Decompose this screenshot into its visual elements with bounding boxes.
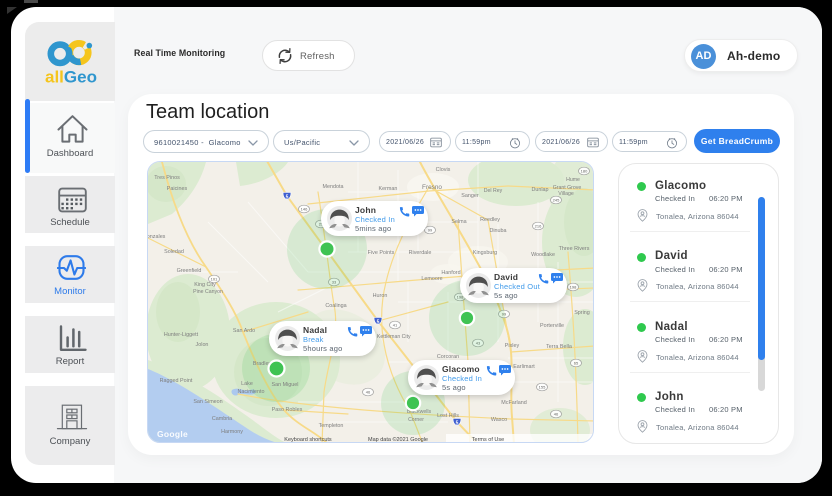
svg-text:Kerman: Kerman: [379, 186, 398, 192]
svg-text:Village: Village: [558, 191, 574, 197]
svg-text:Wasco: Wasco: [491, 417, 507, 423]
svg-text:Hunter-Liggett: Hunter-Liggett: [164, 332, 199, 338]
svg-text:5: 5: [377, 320, 380, 326]
svg-text:Three Rivers: Three Rivers: [559, 246, 590, 252]
svg-text:Clovis: Clovis: [436, 167, 451, 173]
svg-text:Paicines: Paicines: [167, 186, 188, 192]
svg-text:Spring: Spring: [574, 310, 590, 316]
svg-text:Coalinga: Coalinga: [325, 303, 346, 309]
svg-text:Google: Google: [157, 429, 188, 439]
svg-text:Hume: Hume: [566, 177, 580, 183]
svg-text:Reedley: Reedley: [480, 217, 500, 223]
svg-text:146: 146: [301, 207, 308, 212]
svg-text:245: 245: [553, 198, 560, 203]
svg-text:Dinuba: Dinuba: [489, 228, 506, 234]
svg-text:Five Points: Five Points: [368, 250, 395, 256]
svg-text:Paso Robles: Paso Robles: [272, 407, 303, 413]
svg-text:41: 41: [393, 323, 398, 328]
svg-text:Templeton: Templeton: [319, 423, 344, 429]
svg-text:155: 155: [539, 385, 546, 390]
svg-text:Selma: Selma: [451, 219, 466, 225]
svg-text:46: 46: [554, 412, 559, 417]
svg-text:Pixley: Pixley: [505, 343, 520, 349]
svg-text:Gonzales: Gonzales: [148, 234, 166, 240]
svg-text:5: 5: [286, 195, 289, 201]
svg-text:Keyboard shortcuts: Keyboard shortcuts: [284, 437, 332, 443]
svg-text:Hanford: Hanford: [441, 270, 460, 276]
svg-text:Kingsburg: Kingsburg: [473, 250, 497, 256]
svg-text:46: 46: [366, 390, 371, 395]
svg-text:Huron: Huron: [373, 293, 388, 299]
svg-text:Jolon: Jolon: [196, 342, 209, 348]
svg-text:Corner: Corner: [408, 417, 424, 423]
svg-text:65: 65: [574, 361, 579, 366]
svg-text:Terra Bella: Terra Bella: [546, 344, 572, 350]
svg-text:Lake: Lake: [241, 381, 253, 387]
svg-text:Tres Pinos: Tres Pinos: [154, 175, 180, 181]
svg-text:Fresno: Fresno: [422, 184, 442, 191]
svg-text:McFarland: McFarland: [501, 400, 526, 406]
svg-text:Terms of Use: Terms of Use: [472, 437, 504, 443]
svg-text:King City: King City: [194, 282, 216, 288]
svg-text:Earlimart: Earlimart: [513, 364, 535, 370]
svg-text:Soledad: Soledad: [164, 249, 184, 255]
svg-text:Ragged Point: Ragged Point: [160, 378, 193, 384]
svg-text:Harmony: Harmony: [221, 429, 243, 435]
svg-text:Riverdale: Riverdale: [409, 250, 432, 256]
svg-text:Cambria: Cambria: [212, 416, 232, 422]
svg-text:San Simeon: San Simeon: [193, 399, 222, 405]
svg-text:San Miguel: San Miguel: [272, 382, 299, 388]
svg-text:Dunlap: Dunlap: [531, 187, 548, 193]
svg-text:Sanger: Sanger: [461, 193, 479, 199]
svg-text:Woodlake: Woodlake: [531, 252, 555, 258]
svg-text:Porterville: Porterville: [540, 323, 564, 329]
svg-text:al Kettleman City: al Kettleman City: [371, 334, 411, 340]
svg-text:Del Rey: Del Rey: [484, 188, 503, 194]
svg-text:allGeo: allGeo: [45, 68, 97, 87]
svg-text:San Ardo: San Ardo: [233, 328, 255, 334]
svg-text:180: 180: [581, 169, 588, 174]
svg-text:99: 99: [428, 228, 433, 233]
svg-text:216: 216: [535, 224, 542, 229]
svg-text:Lemoore: Lemoore: [421, 276, 442, 282]
svg-text:Greenfield: Greenfield: [177, 268, 202, 274]
svg-text:Map data ©2021 Google: Map data ©2021 Google: [368, 436, 428, 443]
svg-text:Lost Hills: Lost Hills: [437, 413, 459, 419]
svg-text:101: 101: [211, 277, 218, 282]
svg-text:Nacimiento: Nacimiento: [238, 389, 265, 395]
svg-text:Mendota: Mendota: [323, 184, 344, 190]
svg-text:Pine Canyon: Pine Canyon: [193, 289, 223, 295]
svg-text:198: 198: [570, 285, 577, 290]
svg-text:5: 5: [456, 421, 459, 427]
